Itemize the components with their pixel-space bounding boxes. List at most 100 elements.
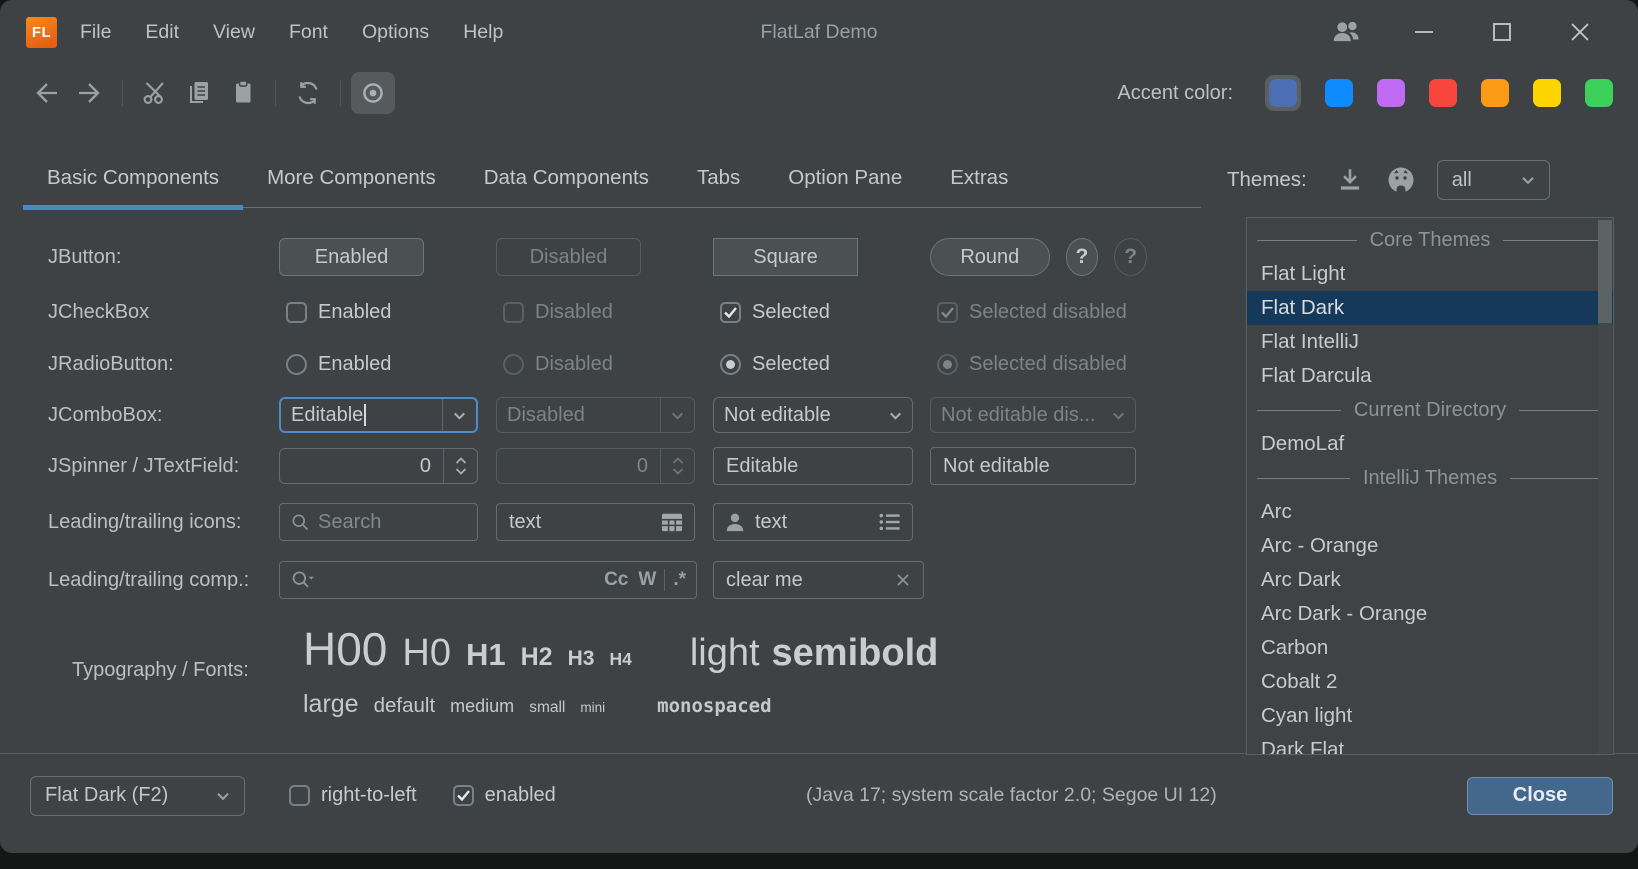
- checkbox-enabled[interactable]: Enabled: [279, 301, 496, 324]
- toolbar-separator: [340, 80, 341, 106]
- radio[interactable]: [286, 354, 307, 375]
- combobox-not-editable[interactable]: Not editable: [713, 397, 913, 433]
- themes-filter-combo[interactable]: all: [1437, 160, 1550, 200]
- accent-swatch-0[interactable]: [1269, 79, 1297, 107]
- menu-view[interactable]: View: [196, 0, 272, 64]
- theme-item-cyan-light[interactable]: Cyan light: [1247, 699, 1613, 733]
- chevron-down-icon[interactable]: [879, 398, 912, 432]
- github-icon[interactable]: [1385, 164, 1417, 196]
- minimize-button[interactable]: [1400, 10, 1448, 54]
- theme-item-dark-flat[interactable]: Dark Flat: [1247, 733, 1613, 755]
- theme-item-flat-darcula[interactable]: Flat Darcula: [1247, 359, 1613, 393]
- textfield-editable[interactable]: Editable: [713, 447, 913, 485]
- tab-more-components[interactable]: More Components: [243, 150, 460, 210]
- checkbox-checked[interactable]: [720, 302, 741, 323]
- close-button[interactable]: Close: [1467, 777, 1613, 815]
- themes-list[interactable]: Core ThemesFlat LightFlat DarkFlat Intel…: [1246, 217, 1614, 755]
- checkbox-checked[interactable]: [453, 785, 474, 806]
- menu-edit[interactable]: Edit: [128, 0, 196, 64]
- help-button[interactable]: ?: [1066, 238, 1099, 276]
- accent-swatch-3[interactable]: [1429, 79, 1457, 107]
- textfield-with-person[interactable]: text: [713, 503, 913, 541]
- accent-swatch-5[interactable]: [1533, 79, 1561, 107]
- disabled-button: Disabled: [496, 238, 641, 276]
- show-hidden-eye-icon[interactable]: [351, 72, 395, 114]
- forward-icon[interactable]: [68, 72, 112, 114]
- tab-option-pane[interactable]: Option Pane: [764, 150, 926, 210]
- back-icon[interactable]: [24, 72, 68, 114]
- theme-item-arc-dark[interactable]: Arc Dark: [1247, 563, 1613, 597]
- theme-item-flat-intellij[interactable]: Flat IntelliJ: [1247, 325, 1613, 359]
- radio-enabled[interactable]: Enabled: [279, 353, 496, 376]
- theme-item-arc-dark-orange[interactable]: Arc Dark - Orange: [1247, 597, 1613, 631]
- accent-swatch-4[interactable]: [1481, 79, 1509, 107]
- chevron-down-icon: [1102, 398, 1135, 432]
- list-icon[interactable]: [878, 511, 902, 533]
- theme-item-arc[interactable]: Arc: [1247, 495, 1613, 529]
- accent-swatch-6[interactable]: [1585, 79, 1613, 107]
- search-with-options-input[interactable]: Cc W .*: [279, 561, 697, 599]
- search-input[interactable]: Search: [279, 503, 478, 541]
- chevron-down-icon[interactable]: [442, 399, 476, 431]
- accent-swatch-selected-wrap[interactable]: [1265, 75, 1301, 111]
- clearable-input[interactable]: clear me: [713, 561, 924, 599]
- tab-data-components[interactable]: Data Components: [460, 150, 673, 210]
- theme-item-arc-orange[interactable]: Arc - Orange: [1247, 529, 1613, 563]
- theme-item-flat-dark[interactable]: Flat Dark: [1247, 291, 1613, 325]
- radio-selected[interactable]: Selected: [713, 353, 930, 376]
- menu-options[interactable]: Options: [345, 0, 446, 64]
- scrollbar-track[interactable]: [1598, 219, 1612, 755]
- radio-selected-dot[interactable]: [720, 354, 741, 375]
- checkbox-text: Enabled: [318, 301, 391, 324]
- scrollbar-thumb[interactable]: [1598, 220, 1612, 323]
- combobox-editable[interactable]: Editable: [279, 397, 478, 433]
- enabled-checkbox[interactable]: enabled: [453, 784, 556, 807]
- accent-swatch-1[interactable]: [1325, 79, 1353, 107]
- download-icon[interactable]: [1335, 165, 1365, 195]
- maximize-button[interactable]: [1478, 10, 1526, 54]
- spinner-value[interactable]: 0: [280, 449, 443, 483]
- tab-tabs[interactable]: Tabs: [673, 150, 764, 210]
- checkbox[interactable]: [286, 302, 307, 323]
- paste-icon[interactable]: [221, 72, 265, 114]
- enabled-button[interactable]: Enabled: [279, 238, 424, 276]
- match-case-button[interactable]: Cc: [604, 569, 628, 591]
- menu-file[interactable]: File: [63, 0, 128, 64]
- theme-item-demolaf[interactable]: DemoLaf: [1247, 427, 1613, 461]
- rtl-checkbox[interactable]: right-to-left: [289, 784, 417, 807]
- lnf-combo[interactable]: Flat Dark (F2): [30, 776, 245, 816]
- theme-item-cobalt-2[interactable]: Cobalt 2: [1247, 665, 1613, 699]
- typography-sizes: large default medium small mini monospac…: [303, 690, 938, 719]
- menu-help[interactable]: Help: [446, 0, 520, 64]
- checkbox[interactable]: [289, 785, 310, 806]
- search-dropdown-icon[interactable]: [290, 569, 316, 591]
- jbutton-label: JButton:: [24, 246, 279, 269]
- tab-basic-components[interactable]: Basic Components: [23, 150, 243, 210]
- jcombobox-label: JComboBox:: [24, 404, 279, 427]
- combobox-value: Not editable dis...: [931, 398, 1102, 432]
- textfield-with-calendar[interactable]: text: [496, 503, 695, 541]
- copy-icon[interactable]: [177, 72, 221, 114]
- regex-button[interactable]: .*: [673, 569, 686, 591]
- calendar-icon[interactable]: [660, 511, 684, 533]
- textfield-value: Editable: [726, 455, 798, 478]
- close-window-button[interactable]: [1556, 10, 1604, 54]
- spinner-arrows-icon[interactable]: [443, 449, 477, 483]
- cut-icon[interactable]: [133, 72, 177, 114]
- tab-extras[interactable]: Extras: [926, 150, 1032, 210]
- round-button[interactable]: Round: [930, 238, 1050, 276]
- checkbox-selected[interactable]: Selected: [713, 301, 930, 324]
- h2-sample: H2: [521, 643, 553, 672]
- menu-font[interactable]: Font: [272, 0, 345, 64]
- theme-item-flat-light[interactable]: Flat Light: [1247, 257, 1613, 291]
- square-button[interactable]: Square: [713, 238, 858, 276]
- refresh-icon[interactable]: [286, 72, 330, 114]
- light-sample: light: [690, 632, 760, 675]
- theme-item-carbon[interactable]: Carbon: [1247, 631, 1613, 665]
- accent-swatch-2[interactable]: [1377, 79, 1405, 107]
- spinner[interactable]: 0: [279, 448, 478, 484]
- users-icon[interactable]: [1322, 10, 1370, 54]
- whole-word-button[interactable]: W: [638, 569, 656, 591]
- jradiobutton-label: JRadioButton:: [24, 353, 279, 376]
- clear-x-icon[interactable]: [895, 572, 911, 588]
